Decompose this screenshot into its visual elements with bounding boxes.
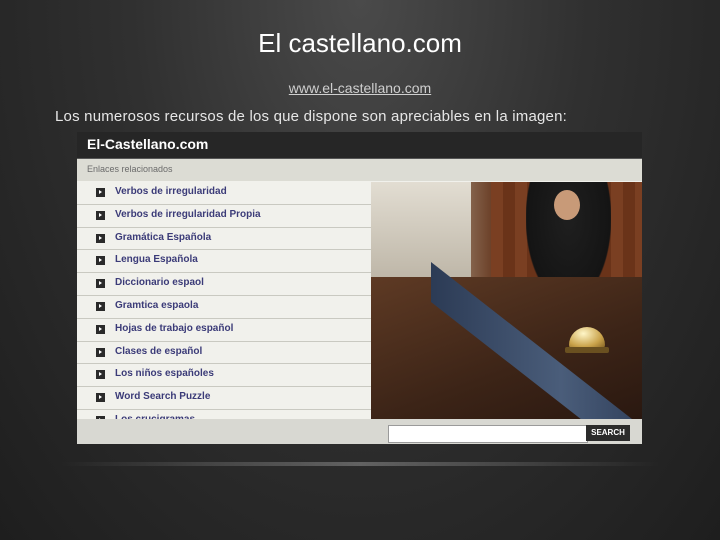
link-label[interactable]: Lengua Española (115, 254, 198, 265)
search-button[interactable]: SEARCH (586, 425, 630, 441)
list-item[interactable]: Verbos de irregularidad (77, 182, 371, 205)
website-screenshot: El-Castellano.com Enlaces relacionados V… (77, 132, 642, 444)
list-item[interactable]: Verbos de irregularidad Propia (77, 205, 371, 228)
section-title: Enlaces relacionados (87, 164, 173, 174)
link-label[interactable]: Clases de español (115, 346, 202, 357)
hotel-reception-photo (371, 182, 642, 419)
link-label[interactable]: Gramática Española (115, 232, 211, 243)
link-label[interactable]: Gramtica espaola (115, 300, 198, 311)
reflection-line (60, 462, 660, 466)
arrow-right-icon (96, 347, 105, 357)
arrow-right-icon (96, 188, 105, 197)
photo-wall (371, 182, 471, 292)
link-label[interactable]: Verbos de irregularidad Propia (115, 209, 261, 220)
list-item[interactable]: Gramtica espaola (77, 296, 371, 319)
site-footer: SEARCH (77, 419, 642, 444)
section-header: Enlaces relacionados (77, 159, 642, 181)
link-label[interactable]: Hojas de trabajo español (115, 323, 233, 334)
list-item[interactable]: Hojas de trabajo español (77, 319, 371, 342)
arrow-right-icon (96, 370, 105, 380)
list-item[interactable]: Clases de español (77, 342, 371, 365)
link-label[interactable]: Word Search Puzzle (115, 391, 210, 402)
link-label[interactable]: Los niños españoles (115, 368, 214, 379)
site-header: El-Castellano.com (77, 132, 642, 159)
slide-caption: Los numerosos recursos de los que dispon… (55, 108, 567, 125)
arrow-right-icon (96, 256, 105, 266)
list-item[interactable]: Gramática Española (77, 228, 371, 251)
link-label[interactable]: Diccionario espaol (115, 277, 204, 288)
bell-base (565, 347, 609, 353)
list-item[interactable]: Diccionario espaol (77, 273, 371, 296)
search-input[interactable] (388, 425, 588, 443)
website-link[interactable]: www.el-castellano.com (0, 80, 720, 96)
arrow-right-icon (96, 279, 105, 289)
link-label[interactable]: Verbos de irregularidad (115, 186, 227, 197)
photo-receptionist-head (554, 190, 580, 220)
site-logo[interactable]: El-Castellano.com (87, 136, 208, 152)
slide-title: El castellano.com (258, 28, 462, 58)
arrow-right-icon (96, 301, 105, 311)
arrow-right-icon (96, 324, 105, 334)
related-links-list: Verbos de irregularidad Verbos de irregu… (77, 182, 371, 433)
list-item[interactable]: Los niños españoles (77, 364, 371, 388)
arrow-right-icon (96, 393, 105, 403)
list-item[interactable]: Lengua Española (77, 250, 371, 274)
arrow-right-icon (96, 210, 105, 220)
list-item[interactable]: Word Search Puzzle (77, 387, 371, 410)
arrow-right-icon (96, 233, 105, 243)
